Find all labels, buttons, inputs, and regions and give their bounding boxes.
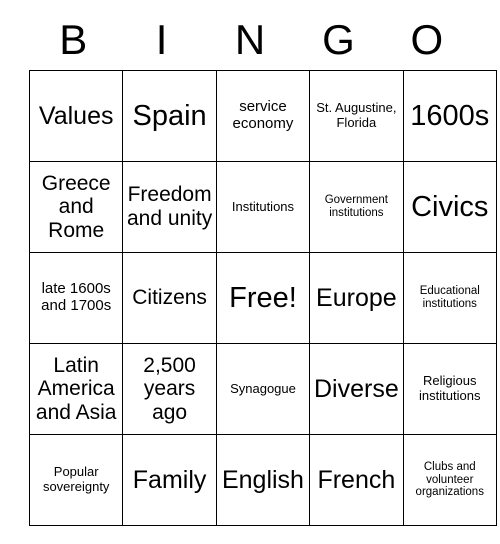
bingo-cell-text: service economy — [232, 98, 294, 132]
bingo-cell-b3[interactable]: late 1600s and 1700s — [28, 252, 124, 344]
bingo-cell-text: Clubs and volunteer organizations — [415, 460, 484, 499]
bingo-cell-n4[interactable]: Synagogue — [215, 343, 311, 435]
bingo-cell-i2[interactable]: Freedom and unity — [122, 161, 217, 253]
bingo-row-5: Popular sovereignty Family English Frenc… — [28, 434, 497, 526]
bingo-cell-text: Freedom and unity — [126, 183, 213, 230]
bingo-cell-i5[interactable]: Family — [122, 434, 217, 526]
bingo-cell-text: Popular sovereignty — [42, 464, 110, 494]
bingo-row-3: late 1600s and 1700s Citizens Free! Euro… — [28, 252, 497, 344]
bingo-cell-text: French — [317, 466, 396, 494]
bingo-cell-text: Institutions — [231, 198, 295, 214]
bingo-cell-text: Latin America and Asia — [35, 353, 117, 424]
bingo-grid: Values Spain service economy St. Augusti… — [28, 70, 497, 526]
bingo-cell-text: Educational institutions — [419, 285, 480, 310]
free-space-text: Free! — [229, 281, 297, 314]
bingo-cell-text: Values — [38, 102, 114, 130]
bingo-row-2: Greece and Rome Freedom and unity Instit… — [28, 161, 497, 253]
bingo-cell-text: late 1600s and 1700s — [41, 280, 112, 314]
bingo-cell-n2[interactable]: Institutions — [215, 161, 311, 253]
bingo-header-letter-g: G — [322, 16, 355, 63]
bingo-cell-g2[interactable]: Government institutions — [309, 161, 404, 253]
bingo-cell-g5[interactable]: French — [309, 434, 404, 526]
bingo-cell-text: Greece and Rome — [41, 171, 111, 242]
bingo-cell-n1[interactable]: service economy — [215, 70, 311, 162]
bingo-row-4: Latin America and Asia 2,500 years ago S… — [28, 343, 497, 435]
bingo-header-letter-i: I — [155, 16, 168, 63]
bingo-card: B I N G O Values Spain service economy S… — [28, 10, 497, 526]
bingo-cell-text: Family — [132, 466, 207, 494]
bingo-cell-b4[interactable]: Latin America and Asia — [28, 343, 124, 435]
bingo-cell-text: Citizens — [132, 286, 207, 310]
bingo-cell-g4[interactable]: Diverse — [309, 343, 404, 435]
bingo-cell-text: 1600s — [410, 99, 490, 132]
bingo-cell-text: Spain — [132, 99, 207, 132]
bingo-cell-g1[interactable]: St. Augustine, Florida — [309, 70, 404, 162]
bingo-header-letter-n: N — [234, 16, 266, 63]
bingo-cell-text: 2,500 years ago — [143, 353, 196, 424]
bingo-row-1: Values Spain service economy St. Augusti… — [28, 70, 497, 162]
bingo-cell-i1[interactable]: Spain — [122, 70, 217, 162]
bingo-cell-n5[interactable]: English — [215, 434, 311, 526]
bingo-cell-o1[interactable]: 1600s — [402, 70, 497, 162]
bingo-cell-b5[interactable]: Popular sovereignty — [28, 434, 124, 526]
bingo-cell-b2[interactable]: Greece and Rome — [28, 161, 124, 253]
bingo-cell-text: Europe — [316, 284, 397, 312]
bingo-cell-o4[interactable]: Religious institutions — [402, 343, 497, 435]
bingo-cell-text: Synagogue — [230, 380, 296, 396]
bingo-cell-text: Civics — [411, 190, 489, 223]
bingo-cell-o2[interactable]: Civics — [402, 161, 497, 253]
bingo-cell-o3[interactable]: Educational institutions — [402, 252, 497, 344]
bingo-header-letter-o: O — [410, 16, 444, 63]
bingo-cell-text: English — [221, 466, 304, 494]
bingo-header-letter-b: B — [59, 16, 88, 63]
bingo-cell-text: St. Augustine, Florida — [316, 100, 397, 130]
bingo-cell-free-space[interactable]: Free! — [215, 252, 311, 344]
bingo-cell-text: Government institutions — [324, 194, 388, 219]
bingo-cell-i4[interactable]: 2,500 years ago — [122, 343, 217, 435]
bingo-header-row: B I N G O — [29, 10, 471, 70]
bingo-cell-text: Religious institutions — [419, 373, 481, 403]
bingo-cell-g3[interactable]: Europe — [309, 252, 404, 344]
bingo-cell-i3[interactable]: Citizens — [122, 252, 217, 344]
bingo-cell-b1[interactable]: Values — [28, 70, 124, 162]
bingo-cell-text: Diverse — [313, 375, 399, 403]
bingo-cell-o5[interactable]: Clubs and volunteer organizations — [402, 434, 497, 526]
